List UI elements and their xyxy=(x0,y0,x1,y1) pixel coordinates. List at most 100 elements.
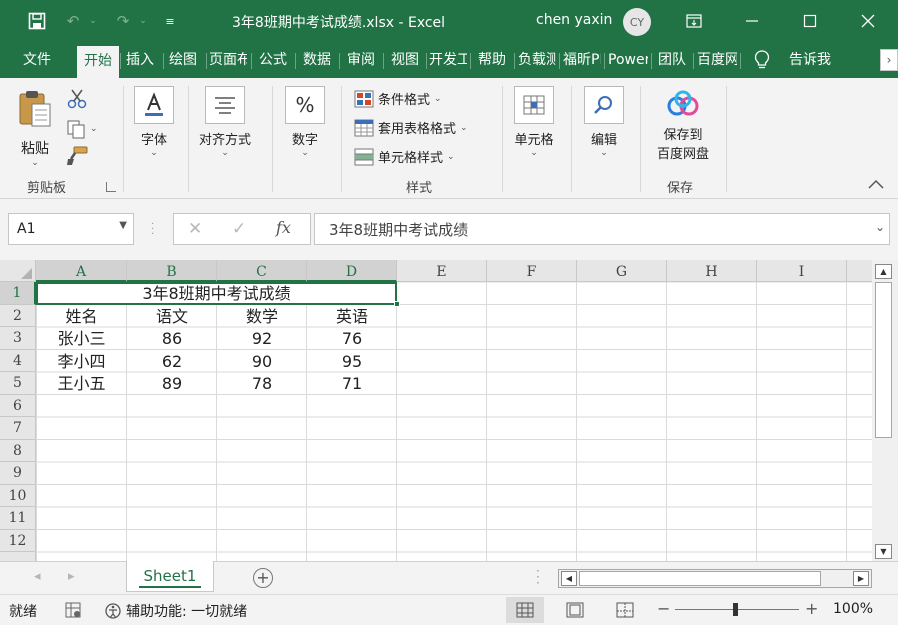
user-name[interactable]: chen yaxin xyxy=(536,12,612,28)
row-header-1[interactable]: 1 xyxy=(0,282,36,305)
page-break-preview-icon[interactable] xyxy=(616,602,634,618)
enter-icon[interactable]: ✓ xyxy=(232,219,246,239)
zoom-slider-thumb[interactable] xyxy=(733,603,738,616)
vertical-scroll-thumb[interactable] xyxy=(875,282,892,438)
tab-foxit-pdf[interactable]: 福昕PDF xyxy=(563,43,601,78)
save-to-baidu-button[interactable]: 保存到 百度网盘 xyxy=(653,90,713,162)
select-all-button[interactable] xyxy=(0,260,36,282)
tab-data[interactable]: 数据 xyxy=(299,43,335,78)
minimize-icon[interactable] xyxy=(738,8,766,34)
row-header-2[interactable]: 2 xyxy=(0,304,36,327)
name-box-dropdown-icon[interactable]: ▼ xyxy=(119,220,127,231)
format-painter-icon[interactable] xyxy=(66,146,88,168)
next-sheet-icon[interactable]: ▸ xyxy=(68,569,75,584)
editing-button[interactable]: 编辑 ⌄ xyxy=(584,86,624,158)
alignment-button[interactable]: 对齐方式 ⌄ xyxy=(199,86,251,158)
scroll-down-button[interactable]: ▼ xyxy=(875,544,892,559)
redo-icon[interactable]: ↷ xyxy=(112,10,134,32)
redo-dropdown-icon[interactable]: ⌄ xyxy=(138,10,148,32)
undo-icon[interactable]: ↶ xyxy=(62,10,84,32)
column-header-b[interactable]: B xyxy=(127,260,217,282)
macro-recording-icon[interactable] xyxy=(65,602,81,618)
data-cell[interactable]: 王小五 xyxy=(36,372,127,395)
formula-bar-grip-icon[interactable]: · · · xyxy=(151,220,155,240)
tab-home[interactable]: 开始 xyxy=(77,46,119,78)
data-cell[interactable]: 78 xyxy=(217,372,307,395)
close-icon[interactable] xyxy=(854,8,882,34)
accessibility-status[interactable]: 辅助功能: 一切就绪 xyxy=(126,601,247,621)
column-header-g[interactable]: G xyxy=(577,260,667,282)
tab-power-pivot[interactable]: Power Pivot xyxy=(608,43,648,78)
row-header-12[interactable]: 12 xyxy=(0,529,36,552)
tab-page-layout[interactable]: 页面布局 xyxy=(209,43,247,78)
format-as-table-button[interactable]: 套用表格格式 ⌄ xyxy=(354,118,468,137)
column-header-h[interactable]: H xyxy=(667,260,757,282)
paste-button[interactable]: 粘贴 ⌄ xyxy=(16,88,54,168)
column-header-a[interactable]: A xyxy=(36,260,127,282)
scroll-left-button[interactable]: ◀ xyxy=(561,571,577,586)
row-header-10[interactable]: 10 xyxy=(0,484,36,507)
data-cell[interactable]: 89 xyxy=(127,372,217,395)
worksheet-grid[interactable]: A B C D E F G H I 1 2 3 4 5 6 7 8 9 10 1… xyxy=(0,260,872,561)
horizontal-scrollbar[interactable]: ◀ ▶ xyxy=(558,569,872,588)
data-cell[interactable]: 李小四 xyxy=(36,350,127,373)
data-cell[interactable]: 张小三 xyxy=(36,327,127,350)
undo-dropdown-icon[interactable]: ⌄ xyxy=(88,10,98,32)
tab-view[interactable]: 视图 xyxy=(387,43,423,78)
data-cell[interactable]: 92 xyxy=(217,327,307,350)
expand-formula-bar-icon[interactable]: ⌄ xyxy=(875,220,885,234)
vertical-scrollbar[interactable]: ▲ ▼ xyxy=(872,260,898,561)
maximize-icon[interactable] xyxy=(796,8,824,34)
data-cell[interactable]: 90 xyxy=(217,350,307,373)
more-tabs-button[interactable]: › xyxy=(880,49,898,71)
header-cell-chinese[interactable]: 语文 xyxy=(127,305,217,328)
ribbon-display-options-icon[interactable] xyxy=(680,8,708,34)
formula-input[interactable]: 3年8班期中考试成绩 ⌄ xyxy=(314,213,890,245)
tab-load-test[interactable]: 负载测试 xyxy=(518,43,556,78)
lightbulb-icon[interactable] xyxy=(752,49,772,71)
tab-draw[interactable]: 绘图 xyxy=(166,43,200,78)
column-header-f[interactable]: F xyxy=(487,260,577,282)
horizontal-scroll-thumb[interactable] xyxy=(579,571,821,586)
header-cell-name[interactable]: 姓名 xyxy=(36,305,127,328)
paste-dropdown-icon[interactable]: ⌄ xyxy=(31,158,39,168)
tab-file[interactable]: 文件 xyxy=(14,43,60,78)
zoom-level[interactable]: 100% xyxy=(833,601,873,617)
tab-formulas[interactable]: 公式 xyxy=(255,43,291,78)
row-header-13[interactable] xyxy=(0,552,36,561)
cells-button[interactable]: 单元格 ⌄ xyxy=(514,86,554,158)
number-button[interactable]: % 数字 ⌄ xyxy=(285,86,325,158)
row-header-9[interactable]: 9 xyxy=(0,462,36,485)
accessibility-icon[interactable] xyxy=(104,602,122,620)
insert-function-icon[interactable]: fx xyxy=(276,218,291,237)
data-cell[interactable]: 62 xyxy=(127,350,217,373)
cancel-icon[interactable]: ✕ xyxy=(188,219,202,239)
zoom-in-icon[interactable]: + xyxy=(805,599,818,618)
tab-help[interactable]: 帮助 xyxy=(474,43,510,78)
data-cell[interactable]: 86 xyxy=(127,327,217,350)
scroll-up-button[interactable]: ▲ xyxy=(875,264,892,279)
header-cell-math[interactable]: 数学 xyxy=(217,305,307,328)
tell-me-search[interactable]: 告诉我 xyxy=(784,43,836,78)
row-header-8[interactable]: 8 xyxy=(0,439,36,462)
tab-baidu-netdisk[interactable]: 百度网盘 xyxy=(697,43,737,78)
name-box[interactable]: A1 ▼ xyxy=(8,213,134,245)
zoom-slider[interactable] xyxy=(675,603,799,616)
tab-developer[interactable]: 开发工具 xyxy=(429,43,467,78)
column-header-j[interactable] xyxy=(847,260,872,282)
row-header-3[interactable]: 3 xyxy=(0,327,36,350)
title-cell-a1[interactable]: 3年8班期中考试成绩 xyxy=(36,282,397,305)
cut-icon[interactable] xyxy=(66,88,90,110)
collapse-ribbon-icon[interactable] xyxy=(867,178,887,192)
conditional-formatting-button[interactable]: 条件格式 ⌄ xyxy=(354,89,442,108)
column-header-e[interactable]: E xyxy=(397,260,487,282)
previous-sheet-icon[interactable]: ◂ xyxy=(34,569,41,584)
clipboard-launcher-icon[interactable] xyxy=(106,182,116,192)
page-layout-view-icon[interactable] xyxy=(566,602,584,618)
row-header-7[interactable]: 7 xyxy=(0,417,36,440)
avatar[interactable]: CY xyxy=(623,8,651,36)
row-header-5[interactable]: 5 xyxy=(0,372,36,395)
column-header-i[interactable]: I xyxy=(757,260,847,282)
copy-icon[interactable]: ⌄ xyxy=(66,118,106,140)
tab-split-grip-icon[interactable]: · · · xyxy=(536,565,540,589)
